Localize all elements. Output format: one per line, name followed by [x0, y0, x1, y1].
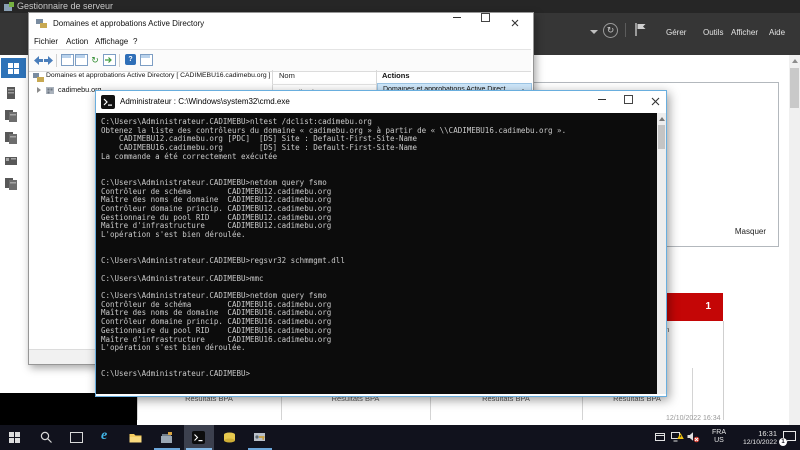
list-column-header-name[interactable]: Nom [279, 71, 295, 80]
sidebar-item-ad-ds[interactable] [4, 153, 18, 167]
search-icon [40, 431, 53, 444]
server-manager-taskbar-icon [160, 431, 173, 444]
forward-icon[interactable] [44, 56, 53, 65]
minimize-button[interactable] [443, 13, 471, 34]
export-list-icon[interactable] [103, 54, 115, 65]
refresh-icon[interactable]: ↻ [89, 54, 101, 66]
speaker-muted-icon[interactable] [687, 431, 700, 444]
search-button[interactable] [32, 425, 60, 450]
taskbar: e [0, 425, 800, 450]
cmd-icon [101, 95, 115, 109]
flag-icon[interactable] [634, 22, 647, 37]
database-icon [223, 432, 236, 443]
internet-explorer-button[interactable]: e [92, 425, 120, 450]
divider [56, 54, 57, 67]
explorer-folder-icon [129, 432, 142, 444]
tree-expander-icon[interactable] [37, 87, 41, 93]
hide-button[interactable]: Masquer [735, 227, 766, 236]
refresh-icon[interactable]: ↻ [603, 23, 618, 38]
ad-window-titlebar[interactable]: Domaines et approbations Active Director… [29, 13, 531, 34]
windows-logo-icon [9, 432, 21, 444]
console-scrollbar[interactable] [657, 113, 666, 394]
scroll-thumb[interactable] [658, 125, 665, 149]
chevron-down-icon[interactable] [590, 30, 598, 34]
language-indicator[interactable]: FRA US [708, 429, 730, 445]
menu-help[interactable]: ? [133, 34, 137, 49]
view-pane-icon[interactable] [140, 54, 152, 65]
time: 16:31 [733, 429, 777, 438]
ad-window-title: Domaines et approbations Active Director… [53, 13, 204, 34]
domain-icon [45, 85, 55, 95]
task-view-button[interactable] [62, 425, 90, 450]
sidebar-item-local-server[interactable] [4, 86, 18, 100]
start-button[interactable] [0, 425, 30, 450]
tree-root-item[interactable]: Domaines et approbations Active Director… [46, 72, 270, 79]
help-icon[interactable]: ? [125, 54, 136, 65]
network-warning-icon[interactable] [671, 431, 684, 444]
close-icon [511, 19, 519, 27]
cmd-window-title: Administrateur : C:\Windows\system32\cmd… [120, 91, 290, 113]
close-button[interactable] [642, 91, 668, 112]
cmd-taskbar-button[interactable] [184, 425, 214, 450]
cmd-titlebar[interactable]: Administrateur : C:\Windows\system32\cmd… [96, 91, 664, 113]
ad-toolbar: ↻ ? [29, 49, 531, 72]
alert-count-badge: 1 [705, 293, 711, 321]
clock[interactable]: 16:31 12/10/2022 [733, 429, 777, 447]
desktop-background [0, 393, 137, 425]
bpa-timestamp: 12/10/2022 16:34 [666, 415, 721, 422]
ad-domains-icon [35, 17, 48, 30]
menu-outils[interactable]: Outils [703, 25, 723, 41]
close-icon [651, 97, 660, 106]
tile-separator [692, 368, 693, 420]
maximize-button[interactable] [471, 13, 499, 34]
console-text: C:\Users\Administrateur.CADIMEBU>nltest … [96, 113, 664, 379]
maximize-button[interactable] [616, 91, 640, 112]
scroll-up-icon[interactable] [659, 117, 665, 121]
menu-affichage[interactable]: Affichage [95, 34, 128, 49]
file-explorer-button[interactable] [122, 425, 150, 450]
close-button[interactable] [500, 13, 530, 34]
maximize-icon [624, 95, 633, 104]
ad-tool-button[interactable] [246, 425, 274, 450]
header-divider [272, 84, 376, 85]
show-console-tree-icon[interactable] [61, 54, 73, 65]
menu-afficher[interactable]: Afficher [731, 25, 758, 41]
menu-aide[interactable]: Aide [769, 25, 785, 41]
tray-window-icon[interactable] [655, 432, 666, 442]
menu-gerer[interactable]: Gérer [666, 25, 686, 41]
vertical-scrollbar[interactable] [789, 55, 800, 425]
task-view-icon [70, 432, 83, 443]
menu-fichier[interactable]: Fichier [34, 34, 58, 49]
back-icon[interactable] [34, 56, 43, 65]
sidebar-item-dns[interactable] [4, 176, 18, 190]
notification-badge: 1 [779, 438, 787, 446]
notification-center-button[interactable]: 1 [782, 430, 797, 445]
sidebar-item-file-storage[interactable] [4, 130, 18, 144]
cmd-icon [192, 431, 205, 444]
desktop: Gestionnaire de serveur ↻ Gérer Outils A… [0, 0, 800, 450]
ie-icon: e [101, 428, 107, 444]
divider [119, 54, 120, 67]
cmd-window: Administrateur : C:\Windows\system32\cmd… [95, 90, 667, 397]
menu-action[interactable]: Action [66, 34, 88, 49]
maximize-icon [481, 13, 490, 22]
date: 12/10/2022 [733, 438, 777, 447]
sidebar-item-dashboard[interactable] [1, 58, 26, 78]
console-output[interactable]: C:\Users\Administrateur.CADIMEBU>nltest … [96, 113, 664, 394]
divider [625, 23, 626, 37]
actions-header: Actions [382, 71, 410, 80]
console-root-icon [33, 72, 45, 83]
ad-tool-icon [253, 431, 266, 443]
sidebar-item-all-servers[interactable] [4, 108, 18, 122]
minimize-icon [453, 17, 461, 18]
dashboard-icon [8, 63, 19, 74]
scroll-thumb[interactable] [790, 68, 799, 108]
scroll-up-icon[interactable] [792, 59, 798, 63]
server-manager-icon [4, 2, 14, 12]
properties-icon[interactable] [75, 54, 87, 65]
minimize-button[interactable] [590, 91, 614, 112]
database-tool-button[interactable] [216, 425, 244, 450]
minimize-icon [598, 99, 606, 100]
server-manager-button[interactable] [152, 425, 182, 450]
